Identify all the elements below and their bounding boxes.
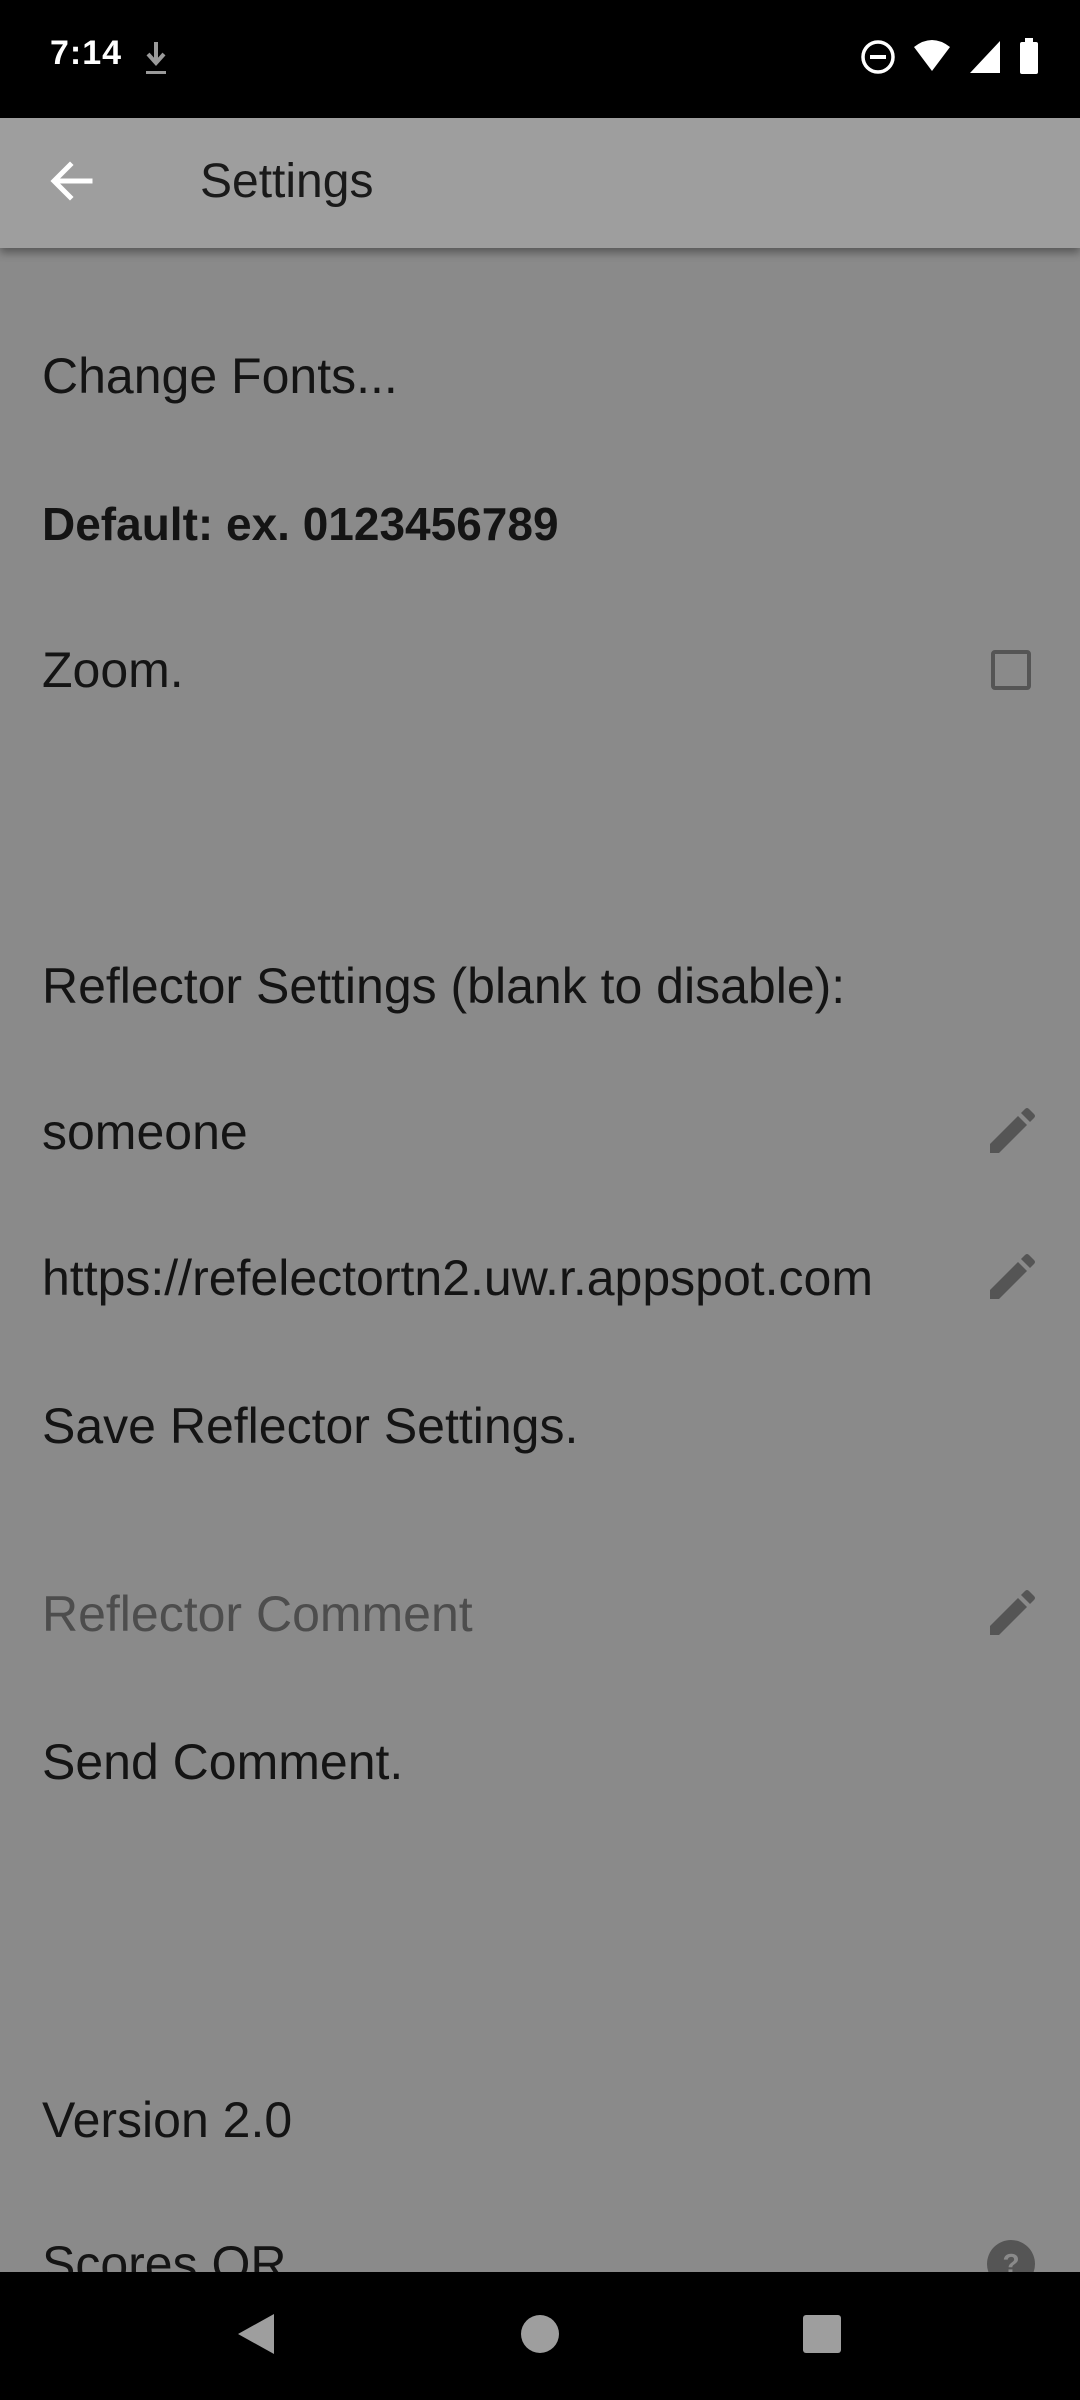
- checkbox-icon: [991, 650, 1031, 690]
- version-label: Version 2.0: [42, 2092, 293, 2148]
- reflector-comment-placeholder: Reflector Comment: [42, 1586, 473, 1642]
- scores-qr-item[interactable]: Scores QR ?: [42, 2214, 1038, 2272]
- app-bar: Settings: [0, 118, 1080, 248]
- font-default-item: Default: ex. 0123456789: [42, 474, 1038, 574]
- reflector-user-field[interactable]: someone: [42, 1082, 1038, 1182]
- help-circle-icon[interactable]: ?: [984, 2237, 1038, 2272]
- nav-recents-button[interactable]: [794, 2308, 850, 2364]
- page-title: Settings: [200, 155, 374, 208]
- signal-icon: [968, 39, 1002, 80]
- do-not-disturb-icon: [860, 39, 896, 80]
- download-icon: [142, 38, 170, 83]
- square-recents-icon: [800, 2312, 844, 2361]
- zoom-checkbox[interactable]: [984, 643, 1038, 697]
- change-fonts-label: Change Fonts...: [42, 348, 398, 404]
- triangle-back-icon: [234, 2310, 278, 2363]
- send-comment-label: Send Comment.: [42, 1734, 404, 1790]
- status-icons: [860, 38, 1040, 81]
- pencil-icon[interactable]: [984, 1251, 1038, 1305]
- arrow-back-icon: [48, 157, 96, 210]
- save-reflector-button[interactable]: Save Reflector Settings.: [42, 1376, 1038, 1476]
- pencil-icon[interactable]: [984, 1587, 1038, 1641]
- font-default-label: Default: ex. 0123456789: [42, 498, 559, 550]
- change-fonts-item[interactable]: Change Fonts...: [42, 326, 1038, 426]
- pencil-icon[interactable]: [984, 1105, 1038, 1159]
- scores-qr-label: Scores QR: [42, 2236, 287, 2272]
- battery-icon: [1018, 38, 1040, 81]
- reflector-user-value: someone: [42, 1104, 248, 1160]
- navigation-bar: [0, 2272, 1080, 2400]
- reflector-url-value: https://refelectortn2.uw.r.appspot.com: [42, 1250, 874, 1306]
- save-reflector-label: Save Reflector Settings.: [42, 1398, 579, 1454]
- wifi-icon: [912, 39, 952, 80]
- send-comment-button[interactable]: Send Comment.: [42, 1712, 1038, 1812]
- status-time: 7:14: [50, 34, 123, 72]
- reflector-comment-field[interactable]: Reflector Comment: [42, 1564, 1038, 1664]
- svg-text:?: ?: [1002, 2248, 1019, 2272]
- nav-home-button[interactable]: [512, 2308, 568, 2364]
- circle-home-icon: [518, 2312, 562, 2361]
- status-bar: 7:14: [0, 0, 1080, 118]
- reflector-url-field[interactable]: https://refelectortn2.uw.r.appspot.com: [42, 1228, 1038, 1328]
- reflector-header: Reflector Settings (blank to disable):: [42, 936, 1038, 1036]
- settings-list: Change Fonts... Default: ex. 0123456789 …: [0, 248, 1080, 2272]
- nav-back-button[interactable]: [228, 2308, 284, 2364]
- zoom-label: Zoom.: [42, 642, 184, 698]
- version-item: Version 2.0: [42, 2070, 1038, 2170]
- back-button[interactable]: [40, 151, 104, 215]
- zoom-item[interactable]: Zoom.: [42, 620, 1038, 720]
- reflector-header-label: Reflector Settings (blank to disable):: [42, 958, 846, 1014]
